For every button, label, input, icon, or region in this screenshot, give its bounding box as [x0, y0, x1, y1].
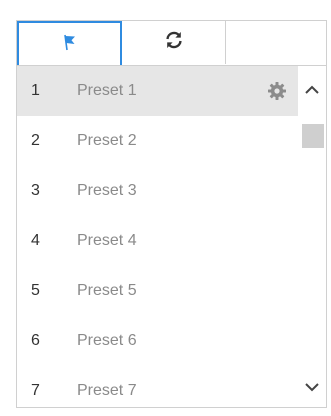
preset-number: 4 [31, 232, 40, 249]
scroll-down-button[interactable] [298, 375, 326, 403]
preset-row[interactable]: 7 Preset 7 [17, 366, 298, 416]
tab-patrol[interactable] [122, 21, 226, 64]
preset-label: Preset 7 [77, 382, 137, 399]
preset-number: 1 [31, 82, 40, 99]
tab-bar [17, 21, 326, 66]
scrollbar[interactable] [298, 66, 326, 407]
ptz-preset-panel: 1 Preset 1 2 Preset 2 3 Preset 3 4 Prese… [16, 20, 327, 408]
preset-row[interactable]: 1 Preset 1 [17, 66, 298, 116]
preset-row[interactable]: 4 Preset 4 [17, 216, 298, 266]
preset-label: Preset 1 [77, 82, 137, 99]
preset-list: 1 Preset 1 2 Preset 2 3 Preset 3 4 Prese… [17, 66, 298, 416]
preset-number: 7 [31, 382, 40, 399]
tab-preset[interactable] [17, 21, 122, 65]
chevron-up-icon [304, 82, 320, 103]
preset-label: Preset 4 [77, 232, 137, 249]
flag-icon [60, 32, 80, 57]
refresh-icon [163, 29, 185, 56]
scroll-up-button[interactable] [298, 78, 326, 106]
scroll-thumb[interactable] [302, 124, 324, 148]
preset-label: Preset 5 [77, 282, 137, 299]
preset-number: 5 [31, 282, 40, 299]
preset-label: Preset 6 [77, 332, 137, 349]
preset-number: 2 [31, 132, 40, 149]
preset-label: Preset 2 [77, 132, 137, 149]
preset-label: Preset 3 [77, 182, 137, 199]
tab-extra[interactable] [226, 21, 326, 64]
chevron-down-icon [304, 379, 320, 400]
preset-row[interactable]: 5 Preset 5 [17, 266, 298, 316]
gear-icon[interactable] [266, 80, 288, 102]
preset-row[interactable]: 6 Preset 6 [17, 316, 298, 366]
preset-number: 6 [31, 332, 40, 349]
preset-row[interactable]: 2 Preset 2 [17, 116, 298, 166]
preset-row[interactable]: 3 Preset 3 [17, 166, 298, 216]
preset-number: 3 [31, 182, 40, 199]
